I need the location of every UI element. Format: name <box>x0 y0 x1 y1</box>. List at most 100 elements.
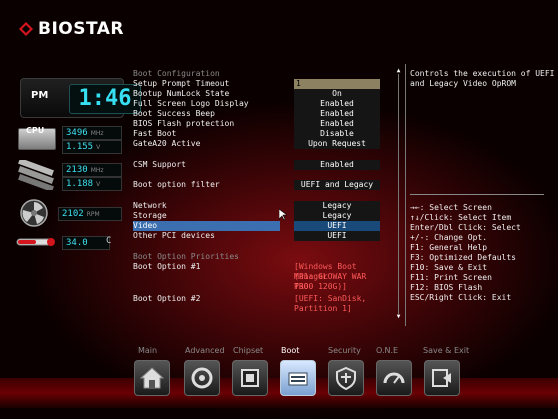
bios-flash-protection-label: BIOS Flash protection <box>133 119 235 128</box>
boot-option-2-value-line-1[interactable]: [UEFI: SanDisk, <box>294 294 380 304</box>
help-panel: Controls the execution of UEFI and Legac… <box>405 64 555 326</box>
thermometer-icon <box>16 238 55 246</box>
memory-frequency-unit: MHz <box>90 167 104 174</box>
help-key-f12: F12: BIOS Flash <box>410 283 483 292</box>
setup-prompt-timeout-label: Setup Prompt Timeout <box>133 79 230 88</box>
nav-main-button[interactable] <box>134 360 170 396</box>
nav-tab-labels: Main Advanced Chipset Boot Security O.N.… <box>0 346 558 358</box>
section-title-boot-option-priorities: Boot Option Priorities <box>133 252 239 261</box>
tab-boot[interactable]: Boot <box>281 346 299 355</box>
cpu-voltage-readout: 1.155 V <box>62 140 122 154</box>
nav-save-exit-button[interactable] <box>424 360 460 396</box>
cpu-frequency-unit: MHz <box>90 130 104 137</box>
scroll-down-icon[interactable]: ▼ <box>395 314 402 320</box>
boot-option-2-value-line-2[interactable]: Partition 1] <box>294 304 380 314</box>
boot-option-1-value-line-3[interactable]: T300 120G)] <box>294 282 380 292</box>
help-key-f1: F1: General Help <box>410 243 488 252</box>
csm-support-value[interactable]: Enabled <box>294 160 380 170</box>
help-key-esc: ESC/Right Click: Exit <box>410 293 512 302</box>
fast-boot-value[interactable]: Disable <box>294 129 380 139</box>
fan-icon <box>20 199 48 227</box>
csm-support-label: CSM Support <box>133 160 186 169</box>
boot-success-beep-label: Boot Success Beep <box>133 109 215 118</box>
memory-module-icon <box>18 160 54 190</box>
save-exit-icon <box>432 369 451 387</box>
security-icon <box>336 366 356 391</box>
video-value[interactable]: UEFI <box>294 221 380 231</box>
help-description-line-2: and Legacy Video OpROM <box>410 79 516 88</box>
boot-option-filter-value[interactable]: UEFI and Legacy <box>294 180 380 190</box>
fan-speed-unit: RPM <box>86 211 100 218</box>
brand-name: BIOSTAR <box>38 19 125 39</box>
scrollbar-track[interactable] <box>398 74 399 314</box>
boot-settings-panel: Boot Configuration Setup Prompt Timeout … <box>127 64 397 326</box>
cpu-frequency-readout: 3496 MHz <box>62 126 122 140</box>
memory-voltage: 1.188 <box>66 179 94 189</box>
nav-boot-button[interactable] <box>280 360 316 396</box>
help-key-f10: F10: Save & Exit <box>410 263 488 272</box>
tab-advanced[interactable]: Advanced <box>185 346 225 355</box>
help-key-enter: Enter/Dbl Click: Select <box>410 223 521 232</box>
tab-save-exit[interactable]: Save & Exit <box>423 346 469 355</box>
setup-prompt-timeout-input[interactable]: 1 <box>294 79 380 89</box>
network-label: Network <box>133 201 167 210</box>
memory-frequency-readout: 2130 MHz <box>62 163 122 177</box>
boot-option-1-value-line-1[interactable]: [Windows Boot Manager <box>294 262 380 281</box>
nav-advanced-button[interactable] <box>184 360 220 396</box>
tab-one[interactable]: O.N.E <box>376 346 398 355</box>
memory-voltage-readout: 1.188 V <box>62 177 122 191</box>
fast-boot-label: Fast Boot <box>133 129 177 138</box>
temperature: 34.0 <box>66 238 88 248</box>
nav-chipset-button[interactable] <box>232 360 268 396</box>
help-divider <box>410 194 544 195</box>
help-key-f3: F3: Optimized Defaults <box>410 253 516 262</box>
boot-option-1-value-line-2[interactable]: (P1: GLOWAY WAR PRO <box>294 272 380 291</box>
nav-one-button[interactable] <box>376 360 412 396</box>
help-key-change-opt: +/-: Change Opt. <box>410 233 488 242</box>
temperature-unit: C <box>106 236 112 246</box>
boot-option-filter-label: Boot option filter <box>133 180 220 189</box>
bios-flash-protection-value[interactable]: Enabled <box>294 119 380 129</box>
cpu-voltage-unit: V <box>96 144 101 151</box>
clock-widget: PM 1:46 <box>20 78 141 118</box>
storage-value[interactable]: Legacy <box>294 211 380 221</box>
memory-frequency: 2130 <box>66 165 88 175</box>
advanced-icon <box>191 367 213 389</box>
tab-security[interactable]: Security <box>328 346 361 355</box>
other-pci-devices-value[interactable]: UEFI <box>294 231 380 241</box>
boot-option-2-label: Boot Option #2 <box>133 294 201 303</box>
help-key-f11: F11: Print Screen <box>410 273 492 282</box>
memory-voltage-unit: V <box>96 181 101 188</box>
network-value[interactable]: Legacy <box>294 201 380 211</box>
biostar-logo: BIOSTAR <box>18 18 124 40</box>
other-pci-devices-label: Other PCI devices <box>133 231 215 240</box>
bootup-numlock-value[interactable]: On <box>294 89 380 99</box>
tab-chipset[interactable]: Chipset <box>233 346 263 355</box>
section-title-boot-configuration: Boot Configuration <box>133 69 220 78</box>
boot-option-1-label: Boot Option #1 <box>133 262 201 271</box>
help-description-line-1: Controls the execution of UEFI <box>410 69 555 78</box>
clock-meridiem: PM <box>31 90 49 101</box>
gatea20-active-label: GateA20 Active <box>133 139 201 148</box>
cpu-frequency: 3496 <box>66 128 88 138</box>
home-icon <box>139 367 165 389</box>
temperature-readout: 34.0 <box>62 236 110 250</box>
boot-success-beep-value[interactable]: Enabled <box>294 109 380 119</box>
fan-speed-readout: 2102 RPM <box>58 207 122 221</box>
chipset-icon <box>241 369 259 387</box>
nav-security-button[interactable] <box>328 360 364 396</box>
one-icon <box>383 372 405 384</box>
biostar-logo-icon <box>19 22 33 36</box>
help-key-select-item: ↑↓/Click: Select Item <box>410 213 512 222</box>
help-key-select-screen: →←: Select Screen <box>410 203 492 212</box>
tab-main[interactable]: Main <box>138 346 157 355</box>
cpu-voltage: 1.155 <box>66 142 94 152</box>
video-label[interactable]: Video <box>133 221 280 231</box>
full-screen-logo-label: Full Screen Logo Display <box>133 99 249 108</box>
cpu-label: CPU <box>26 126 45 135</box>
bootup-numlock-label: Bootup NumLock State <box>133 89 230 98</box>
settings-scrollbar[interactable]: ▲ ▼ <box>395 68 402 320</box>
full-screen-logo-value[interactable]: Enabled <box>294 99 380 109</box>
footer-bar <box>0 378 558 408</box>
gatea20-active-value[interactable]: Upon Request <box>294 139 380 149</box>
